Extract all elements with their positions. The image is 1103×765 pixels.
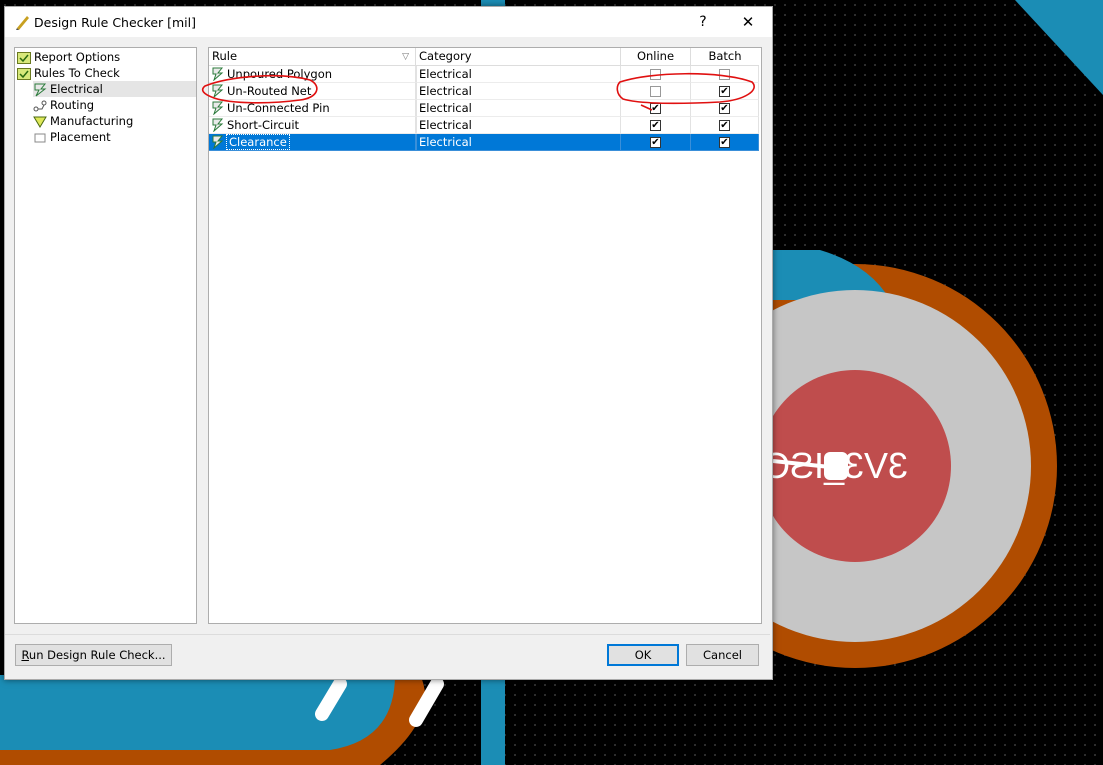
tree-label: Report Options [34, 50, 121, 64]
online-checkbox[interactable]: ✔ [650, 137, 661, 148]
category-cell[interactable]: Electrical [416, 66, 621, 83]
batch-checkbox[interactable] [719, 69, 730, 80]
batch-cell: ✔ [691, 117, 759, 134]
rule-name: Un-Connected Pin [227, 101, 330, 115]
category-name: Electrical [419, 101, 472, 115]
column-header-category[interactable]: Category [416, 48, 621, 65]
window-title: Design Rule Checker [mil] [34, 15, 196, 30]
batch-checkbox[interactable]: ✔ [719, 137, 730, 148]
rules-grid: Rule ▽ Category Online Batch Unpoured Po… [208, 47, 762, 624]
routing-rule-icon [33, 100, 47, 111]
rule-name: Short-Circuit [227, 118, 300, 132]
online-cell: ✔ [621, 100, 691, 117]
mnemonic-letter: R [21, 648, 29, 662]
rule-cell[interactable]: Unpoured Polygon [209, 66, 416, 83]
report-options-icon [17, 51, 31, 64]
button-label: un Design Rule Check... [28, 648, 166, 662]
rule-name: Clearance [226, 134, 290, 150]
pcb-pad-label: 3V3_ISO [762, 445, 908, 486]
online-checkbox[interactable]: ✔ [650, 120, 661, 131]
rule-name: Un-Routed Net [227, 84, 312, 98]
rule-icon [212, 101, 224, 115]
placement-rule-icon [34, 133, 46, 142]
online-checkbox[interactable] [650, 69, 661, 80]
app-icon [16, 16, 29, 30]
category-cell[interactable]: Electrical [416, 117, 621, 134]
batch-checkbox[interactable]: ✔ [719, 120, 730, 131]
column-header-label: Online [636, 49, 675, 63]
tree-item-manufacturing[interactable]: Manufacturing [33, 113, 133, 129]
ok-button[interactable]: OK [607, 644, 679, 666]
tree-item-report-options[interactable]: Report Options [17, 49, 120, 65]
column-header-batch[interactable]: Batch [691, 48, 759, 65]
category-cell[interactable]: Electrical [416, 83, 621, 100]
tree-label: Manufacturing [50, 114, 134, 128]
table-row[interactable]: Un-Connected Pin Electrical ✔ ✔ [209, 100, 759, 117]
batch-checkbox[interactable]: ✔ [719, 103, 730, 114]
rules-to-check-icon [17, 67, 31, 80]
rule-cell[interactable]: Un-Connected Pin [209, 100, 416, 117]
pcb-copper-corner [1015, 0, 1103, 95]
column-header-rule[interactable]: Rule ▽ [209, 48, 416, 65]
category-name: Electrical [419, 84, 472, 98]
column-header-online[interactable]: Online [621, 48, 691, 65]
tree-item-placement[interactable]: Placement [33, 129, 111, 145]
grid-header: Rule ▽ Category Online Batch [209, 48, 759, 66]
tree-item-routing[interactable]: Routing [33, 97, 94, 113]
table-row[interactable]: Unpoured Polygon Electrical [209, 66, 759, 83]
rule-icon [212, 67, 224, 81]
rule-icon [212, 135, 224, 149]
sort-filter-icon[interactable]: ▽ [402, 49, 409, 66]
online-cell: ✔ [621, 117, 691, 134]
category-name: Electrical [419, 118, 472, 132]
run-design-rule-check-button[interactable]: Run Design Rule Check... [15, 644, 172, 666]
batch-cell [691, 66, 759, 83]
tree-item-rules-to-check[interactable]: Rules To Check [17, 65, 120, 81]
category-cell[interactable]: Electrical [416, 134, 621, 151]
online-checkbox[interactable]: ✔ [650, 103, 661, 114]
online-cell [621, 83, 691, 100]
table-row[interactable]: Short-Circuit Electrical ✔ ✔ [209, 117, 759, 134]
tree-label: Routing [50, 98, 95, 112]
help-button[interactable]: ? [690, 13, 716, 31]
batch-checkbox[interactable]: ✔ [719, 86, 730, 97]
rule-name: Unpoured Polygon [227, 67, 333, 81]
design-rule-checker-dialog: Design Rule Checker [mil] ? ✕ Report Opt… [4, 6, 773, 680]
column-header-label: Rule [212, 49, 238, 63]
title-bar: Design Rule Checker [mil] ? ✕ [5, 7, 772, 37]
rule-cell[interactable]: Un-Routed Net [209, 83, 416, 100]
batch-cell: ✔ [691, 134, 759, 151]
batch-cell: ✔ [691, 83, 759, 100]
electrical-rule-icon [34, 83, 47, 96]
rule-icon [212, 84, 224, 98]
online-cell: ✔ [621, 134, 691, 151]
category-name: Electrical [419, 67, 472, 81]
tree-label: Electrical [50, 82, 103, 96]
category-cell[interactable]: Electrical [416, 100, 621, 117]
cancel-button[interactable]: Cancel [686, 644, 759, 666]
column-header-label: Batch [708, 49, 742, 63]
tree-label: Rules To Check [34, 66, 120, 80]
tree-label: Placement [50, 130, 111, 144]
column-header-label: Category [419, 49, 472, 63]
rule-cell[interactable]: Short-Circuit [209, 117, 416, 134]
batch-cell: ✔ [691, 100, 759, 117]
table-row[interactable]: Un-Routed Net Electrical ✔ [209, 83, 759, 100]
rule-cell[interactable]: Clearance [209, 134, 416, 151]
online-checkbox[interactable] [650, 86, 661, 97]
tree-item-electrical[interactable]: Electrical [33, 81, 196, 97]
rules-tree: Report Options Rules To Check Electrical… [14, 47, 197, 624]
manufacturing-rule-icon [33, 116, 47, 128]
close-button[interactable]: ✕ [735, 13, 761, 31]
table-row[interactable]: Clearance Electrical ✔ ✔ [209, 134, 759, 151]
online-cell [621, 66, 691, 83]
footer-separator [5, 634, 770, 635]
category-name: Electrical [419, 135, 472, 149]
rule-icon [212, 118, 224, 132]
